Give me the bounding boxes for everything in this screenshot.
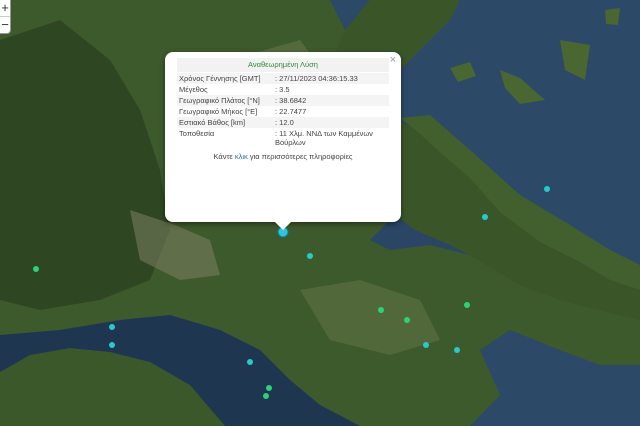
earthquake-marker[interactable] xyxy=(109,324,115,330)
earthquake-marker[interactable] xyxy=(247,359,253,365)
longitude-label: Γεωγραφικό Μήκος [°E] xyxy=(179,107,258,116)
earthquake-marker[interactable] xyxy=(263,393,269,399)
earthquake-marker[interactable] xyxy=(33,266,39,272)
table-row: Γεωγραφικό Μήκος [°E] : 22.7477 xyxy=(177,106,389,117)
origin-time-label: Χρόνος Γέννησης [GMT] xyxy=(177,73,267,84)
location-label: Τοποθεσία xyxy=(179,129,215,138)
origin-time-value: : 27/11/2023 04:36:15.33 xyxy=(267,73,389,84)
popup-footer: Κάντε κλικ για περισσότερες πληροφορίες xyxy=(177,152,389,161)
depth-value: : 12.0 xyxy=(267,117,389,128)
earthquake-marker[interactable] xyxy=(307,253,313,259)
earthquake-marker[interactable] xyxy=(464,302,470,308)
island-skyros-n xyxy=(605,8,620,25)
earthquake-marker[interactable] xyxy=(109,342,115,348)
popup-title: Αναθεωρημένη Λύση xyxy=(177,58,389,72)
zoom-control: + − xyxy=(0,0,11,34)
earthquake-marker[interactable] xyxy=(544,186,550,192)
depth-label: Εστιακό Βάθος [km] xyxy=(177,117,267,128)
table-row: Γεωγραφικό Πλάτος [°N] : 38.6842 xyxy=(177,95,389,106)
earthquake-info-popup: × Αναθεωρημένη Λύση Χρόνος Γέννησης [GMT… xyxy=(165,52,401,230)
magnitude-value: : 3.5 xyxy=(275,85,290,94)
longitude-value: : 22.7477 xyxy=(275,107,307,116)
magnitude-label: Μέγεθος xyxy=(179,85,208,94)
location-value: : 11 Χλμ. ΝΝΔ των Καμμένων Βούρλων xyxy=(275,129,373,147)
earthquake-details-table: Χρόνος Γέννησης [GMT] : 27/11/2023 04:36… xyxy=(177,73,389,148)
more-info-link[interactable]: κλικ xyxy=(235,152,248,161)
latitude-value: : 38.6842 xyxy=(267,95,389,106)
zoom-in-button[interactable]: + xyxy=(0,0,10,16)
earthquake-marker[interactable] xyxy=(482,214,488,220)
latitude-label: Γεωγραφικό Πλάτος [°N] xyxy=(177,95,267,106)
table-row: Τοποθεσία : 11 Χλμ. ΝΝΔ των Καμμένων Βού… xyxy=(177,128,389,148)
earthquake-marker[interactable] xyxy=(378,307,384,313)
close-icon[interactable]: × xyxy=(390,54,396,66)
footer-prefix: Κάντε xyxy=(213,152,235,161)
earthquake-marker[interactable] xyxy=(404,317,410,323)
table-row: Μέγεθος : 3.5 xyxy=(177,84,389,95)
popup-tip xyxy=(275,222,291,230)
zoom-out-button[interactable]: − xyxy=(0,16,10,33)
earthquake-marker[interactable] xyxy=(423,342,429,348)
earthquake-marker[interactable] xyxy=(454,347,460,353)
earthquake-marker[interactable] xyxy=(266,385,272,391)
table-row: Εστιακό Βάθος [km] : 12.0 xyxy=(177,117,389,128)
footer-suffix: για περισσότερες πληροφορίες xyxy=(247,152,353,161)
table-row: Χρόνος Γέννησης [GMT] : 27/11/2023 04:36… xyxy=(177,73,389,84)
